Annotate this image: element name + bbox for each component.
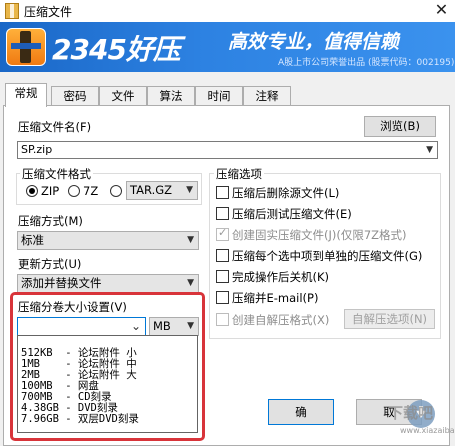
sfx-label: 创建自解压格式(X) [232, 313, 330, 327]
browse-button[interactable]: 浏览(B) [364, 116, 436, 137]
sfx-options-button[interactable]: 自解压选项(N) [344, 309, 435, 329]
chevron-down-icon: ▼ [187, 235, 194, 245]
window-title: 压缩文件 [24, 5, 73, 19]
tar-gz-radio[interactable] [110, 185, 122, 197]
tab-comment[interactable]: 注释 [243, 86, 291, 105]
sfx-checkbox[interactable] [216, 313, 229, 326]
brand-banner: 2345好压 高效专业，值得信赖 A股上市公司荣誉出品 (股票代码：002195… [0, 22, 455, 72]
email-label: 压缩并E-mail(P) [232, 291, 319, 305]
shutdown-checkbox[interactable] [216, 270, 229, 283]
chevron-down-icon: ▼ [187, 278, 194, 288]
archive-name-input[interactable]: SP.zip ▼ [17, 141, 438, 159]
method-select[interactable]: 标准 ▼ [17, 231, 199, 250]
tab-time[interactable]: 时间 [195, 86, 243, 105]
brand-name: 2345好压 [52, 33, 181, 66]
close-icon[interactable]: ✕ [428, 0, 455, 22]
update-select[interactable]: 添加并替换文件 ▼ [17, 274, 199, 293]
chevron-down-icon: ▼ [186, 185, 193, 195]
ok-button[interactable]: 确 [268, 399, 334, 425]
title-bar: 压缩文件 ✕ [0, 0, 455, 22]
highlight-frame [10, 292, 205, 441]
tab-password[interactable]: 密码 [51, 86, 99, 105]
7z-radio[interactable] [68, 185, 80, 197]
tab-algorithm[interactable]: 算法 [147, 86, 195, 105]
tar-gz-select[interactable]: TAR.GZ ▼ [126, 181, 198, 200]
options-group-title: 压缩选项 [214, 166, 264, 182]
stock-info: A股上市公司荣誉出品 (股票代码：002195) [278, 58, 455, 68]
delete-source-label: 压缩后删除源文件(L) [232, 186, 340, 200]
zip-radio[interactable] [26, 185, 38, 197]
shutdown-label: 完成操作后关机(K) [232, 270, 330, 284]
archive-name-label: 压缩文件名(F) [18, 120, 92, 134]
solid-archive-label: 创建固实压缩文件(J)(仅限7Z格式) [232, 228, 407, 242]
method-label: 压缩方式(M) [18, 214, 83, 228]
banner-slogan: 高效专业，值得信赖 [228, 31, 400, 53]
haozip-logo-icon [6, 28, 46, 66]
email-checkbox[interactable] [216, 291, 229, 304]
tab-files[interactable]: 文件 [99, 86, 147, 105]
tar-gz-label: TAR.GZ [130, 183, 173, 197]
test-archive-checkbox[interactable] [216, 207, 229, 220]
archive-app-icon [5, 3, 19, 19]
separate-archives-label: 压缩每个选中项到单独的压缩文件(G) [232, 249, 423, 263]
separate-archives-checkbox[interactable] [216, 249, 229, 262]
chevron-down-icon[interactable]: ▼ [426, 142, 433, 158]
tab-general[interactable]: 常规 [5, 83, 47, 107]
watermark-url: www.xiazaiba.com [400, 426, 455, 435]
update-label: 更新方式(U) [18, 257, 82, 271]
zip-radio-label: ZIP [41, 184, 60, 198]
delete-source-checkbox[interactable] [216, 186, 229, 199]
test-archive-label: 压缩后测试压缩文件(E) [232, 207, 352, 221]
method-value: 标准 [21, 233, 44, 247]
solid-archive-checkbox[interactable] [216, 226, 229, 241]
7z-radio-label: 7Z [83, 184, 99, 198]
format-group-title: 压缩文件格式 [20, 166, 93, 182]
archive-name-value: SP.zip [21, 143, 53, 156]
update-value: 添加并替换文件 [21, 276, 102, 290]
watermark-text: 下载吧 [388, 404, 434, 422]
